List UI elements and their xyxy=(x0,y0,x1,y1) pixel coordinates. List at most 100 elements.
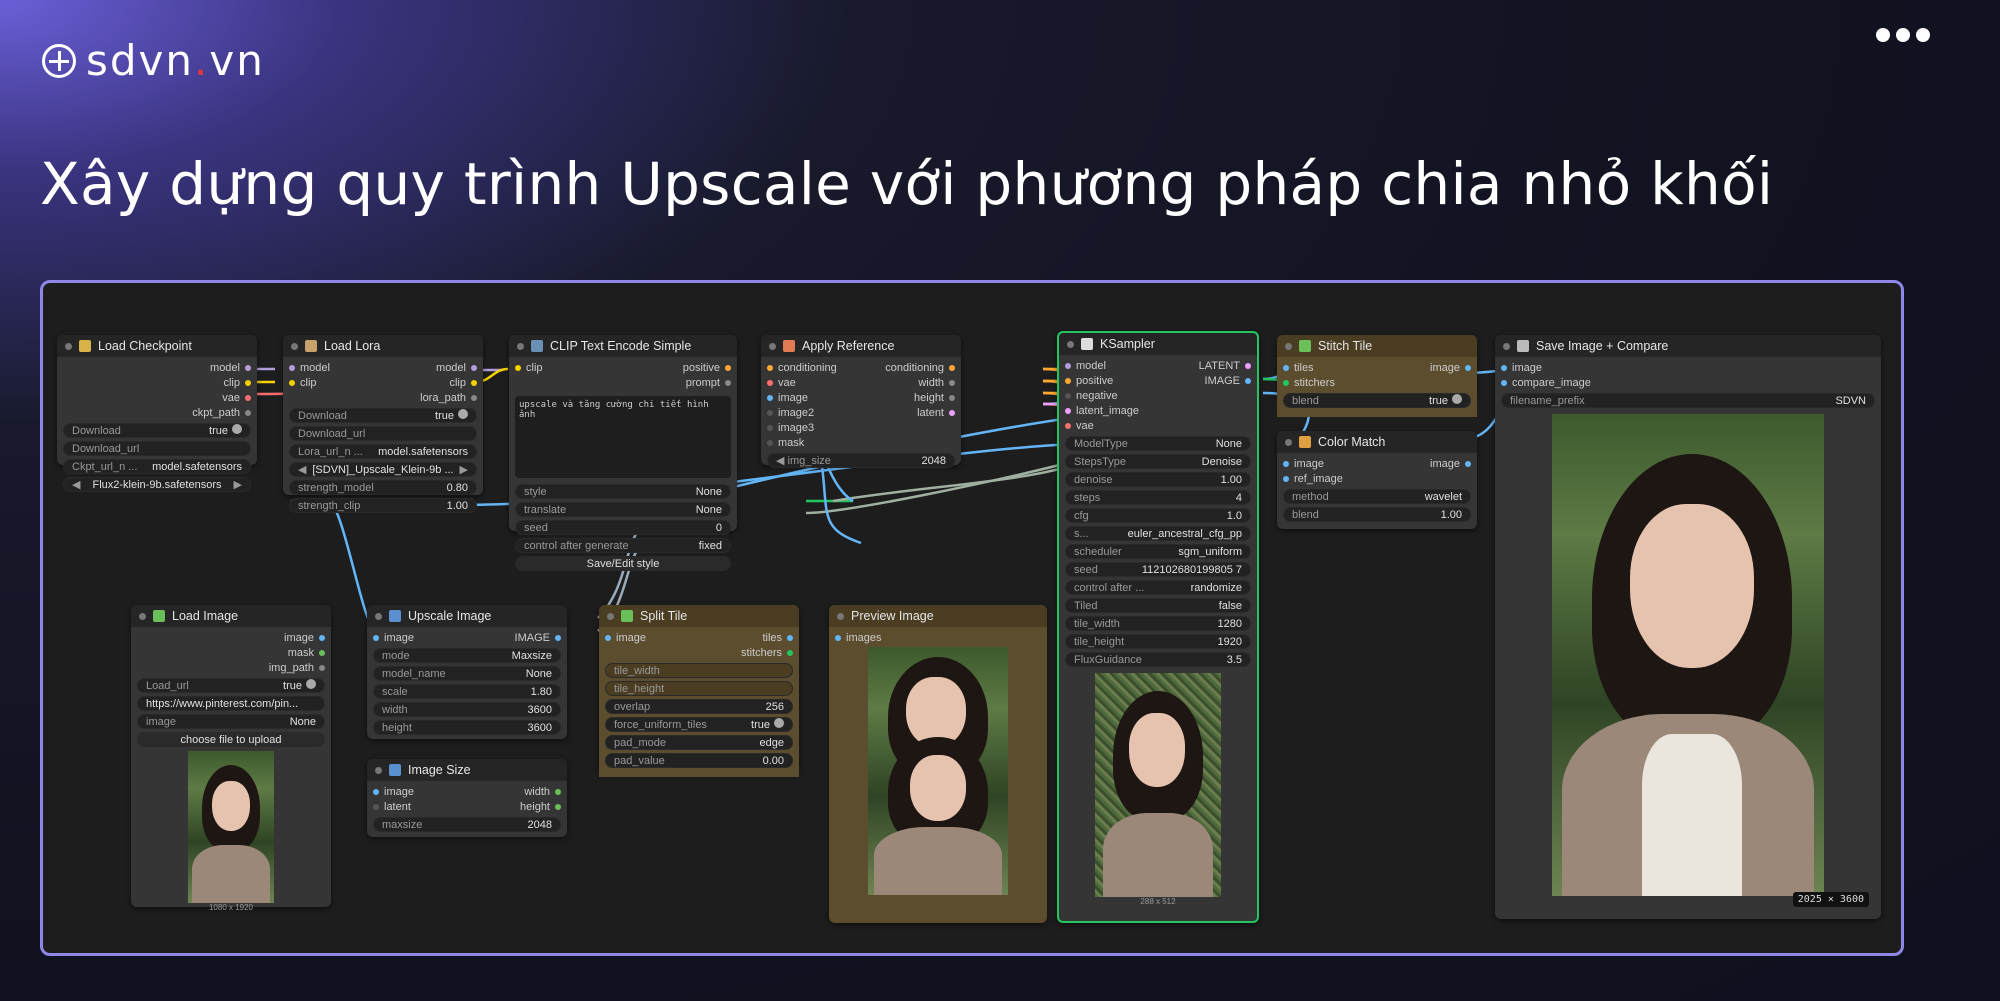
tile-width-field[interactable]: tile_width 1280 xyxy=(1065,616,1251,631)
node-header[interactable]: Apply Reference xyxy=(761,335,961,357)
flux-guidance-field[interactable]: FluxGuidance 3.5 xyxy=(1065,652,1251,667)
scale-field[interactable]: scale 1.80 xyxy=(373,684,561,699)
io-clip[interactable]: clip clip xyxy=(289,375,477,390)
sampler-select[interactable]: s... euler_ancestral_cfg_pp xyxy=(1065,526,1251,541)
node-save-image-compare[interactable]: Save Image + Compare image compare_image… xyxy=(1495,335,1881,919)
node-load-checkpoint[interactable]: Load Checkpoint model clip vae ckpt_path… xyxy=(57,335,257,492)
io-model-latent[interactable]: model LATENT xyxy=(1065,358,1251,373)
tile-height-input[interactable]: tile_height xyxy=(605,681,793,696)
node-header[interactable]: Save Image + Compare xyxy=(1495,335,1881,357)
filename-prefix-field[interactable]: filename_prefix SDVN xyxy=(1501,393,1875,408)
input-images[interactable]: images xyxy=(835,630,1041,645)
io-latent-height[interactable]: latent height xyxy=(373,799,561,814)
node-header[interactable]: KSampler xyxy=(1059,333,1257,355)
node-canvas[interactable]: Load Checkpoint model clip vae ckpt_path… xyxy=(40,280,1904,956)
input-latent-image[interactable]: latent_image xyxy=(1065,403,1251,418)
node-header[interactable]: Load Image xyxy=(131,605,331,627)
height-field[interactable]: height 3600 xyxy=(373,720,561,735)
input-compare-image[interactable]: compare_image xyxy=(1501,375,1875,390)
io-image-tiles[interactable]: image tiles xyxy=(605,630,793,645)
control-after-select[interactable]: control after ... randomize xyxy=(1065,580,1251,595)
load-url-toggle[interactable]: Load_url true xyxy=(137,678,325,693)
node-header[interactable]: Split Tile xyxy=(599,605,799,627)
output-lora-path[interactable]: lora_path xyxy=(289,390,477,405)
node-upscale-image[interactable]: Upscale Image image IMAGE mode Maxsize mod… xyxy=(367,605,567,739)
save-edit-style-button[interactable]: Save/Edit style xyxy=(515,556,731,571)
output-clip[interactable]: clip xyxy=(63,375,251,390)
prompt-textarea[interactable]: upscale và tăng cường chi tiết hình ảnh xyxy=(515,396,731,478)
output-img-path[interactable]: img_path xyxy=(137,660,325,675)
input-negative[interactable]: negative xyxy=(1065,388,1251,403)
node-preview-image[interactable]: Preview Image images xyxy=(829,605,1047,923)
style-select[interactable]: style None xyxy=(515,484,731,499)
input-mask[interactable]: mask xyxy=(767,435,955,450)
mode-select[interactable]: mode Maxsize xyxy=(373,648,561,663)
tile-height-field[interactable]: tile_height 1920 xyxy=(1065,634,1251,649)
output-model[interactable]: model xyxy=(63,360,251,375)
maxsize-field[interactable]: maxsize 2048 xyxy=(373,817,561,832)
io-image-width[interactable]: image width xyxy=(373,784,561,799)
width-field[interactable]: width 3600 xyxy=(373,702,561,717)
overlap-field[interactable]: overlap 256 xyxy=(605,699,793,714)
download-url-field[interactable]: Download_url xyxy=(63,441,251,456)
node-stitch-tile[interactable]: Stitch Tile tiles image stitchers blend tr… xyxy=(1277,335,1477,417)
input-image3[interactable]: image3 xyxy=(767,420,955,435)
ckpt-name-select[interactable]: ◀ Flux2-klein-9b.safetensors ▶ xyxy=(63,477,251,492)
input-ref-image[interactable]: ref_image xyxy=(1283,471,1471,486)
io-image[interactable]: image IMAGE xyxy=(373,630,561,645)
strength-clip-slider[interactable]: strength_clip 1.00 xyxy=(289,498,477,513)
io-clip-positive[interactable]: clip positive xyxy=(515,360,731,375)
model-type-select[interactable]: ModelType None xyxy=(1065,436,1251,451)
image-select[interactable]: image None xyxy=(137,714,325,729)
input-image[interactable]: image xyxy=(1501,360,1875,375)
input-vae[interactable]: vae xyxy=(1065,418,1251,433)
steps-field[interactable]: steps 4 xyxy=(1065,490,1251,505)
node-header[interactable]: Color Match xyxy=(1277,431,1477,453)
node-ksampler[interactable]: KSampler model LATENT positive IMAGE negat… xyxy=(1057,331,1259,923)
seed-field[interactable]: seed 112102680199805 7 xyxy=(1065,562,1251,577)
node-load-lora[interactable]: Load Lora model model clip clip lora_path … xyxy=(283,335,483,513)
io-vae-width[interactable]: vae width xyxy=(767,375,955,390)
node-split-tile[interactable]: Split Tile image tiles stitchers tile_wid… xyxy=(599,605,799,777)
output-stitchers[interactable]: stitchers xyxy=(605,645,793,660)
node-clip-text-encode[interactable]: CLIP Text Encode Simple clip positive pro… xyxy=(509,335,737,571)
scheduler-select[interactable]: scheduler sgm_uniform xyxy=(1065,544,1251,559)
translate-select[interactable]: translate None xyxy=(515,502,731,517)
node-header[interactable]: Preview Image xyxy=(829,605,1047,627)
node-header[interactable]: CLIP Text Encode Simple xyxy=(509,335,737,357)
output-mask[interactable]: mask xyxy=(137,645,325,660)
pad-mode-select[interactable]: pad_mode edge xyxy=(605,735,793,750)
output-prompt[interactable]: prompt xyxy=(515,375,731,390)
cfg-field[interactable]: cfg 1.0 xyxy=(1065,508,1251,523)
output-vae[interactable]: vae xyxy=(63,390,251,405)
force-uniform-tiles-toggle[interactable]: force_uniform_tiles true xyxy=(605,717,793,732)
choose-file-button[interactable]: choose file to upload xyxy=(137,732,325,747)
io-image2-latent[interactable]: image2 latent xyxy=(767,405,955,420)
io-tiles-image[interactable]: tiles image xyxy=(1283,360,1471,375)
node-color-match[interactable]: Color Match image image ref_image method w… xyxy=(1277,431,1477,529)
io-image-height[interactable]: image height xyxy=(767,390,955,405)
blend-toggle[interactable]: blend true xyxy=(1283,393,1471,408)
output-image[interactable]: image xyxy=(137,630,325,645)
node-header[interactable]: Image Size xyxy=(367,759,567,781)
io-image[interactable]: image image xyxy=(1283,456,1471,471)
tiled-toggle[interactable]: Tiled false xyxy=(1065,598,1251,613)
download-toggle[interactable]: Download true xyxy=(289,408,477,423)
model-name-select[interactable]: model_name None xyxy=(373,666,561,681)
node-load-image[interactable]: Load Image image mask img_path Load_url t… xyxy=(131,605,331,912)
node-header[interactable]: Load Lora xyxy=(283,335,483,357)
io-positive-image[interactable]: positive IMAGE xyxy=(1065,373,1251,388)
input-stitchers[interactable]: stitchers xyxy=(1283,375,1471,390)
io-conditioning[interactable]: conditioning conditioning xyxy=(767,360,955,375)
steps-type-select[interactable]: StepsType Denoise xyxy=(1065,454,1251,469)
ckpt-url-name-field[interactable]: Ckpt_url_n ... model.safetensors xyxy=(63,459,251,474)
node-header[interactable]: Upscale Image xyxy=(367,605,567,627)
io-model[interactable]: model model xyxy=(289,360,477,375)
node-header[interactable]: Stitch Tile xyxy=(1277,335,1477,357)
img-size-field[interactable]: ◀ img_size 2048 xyxy=(767,453,955,468)
output-ckpt-path[interactable]: ckpt_path xyxy=(63,405,251,420)
node-apply-reference[interactable]: Apply Reference conditioning conditioning… xyxy=(761,335,961,468)
node-image-size[interactable]: Image Size image width latent height maxsi… xyxy=(367,759,567,837)
tile-width-input[interactable]: tile_width xyxy=(605,663,793,678)
lora-name-select[interactable]: ◀ [SDVN]_Upscale_Klein-9b ... ▶ xyxy=(289,462,477,477)
